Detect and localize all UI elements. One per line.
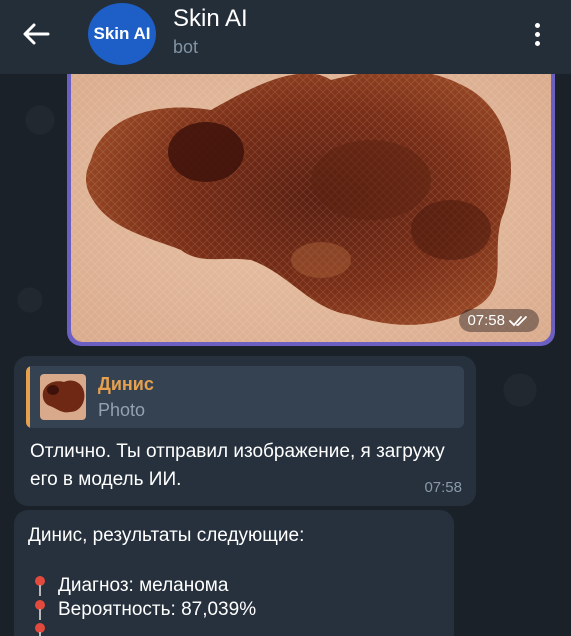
back-button[interactable]: [14, 14, 58, 54]
avatar-label: Skin AI: [93, 24, 151, 43]
photo-image[interactable]: 07:58: [71, 60, 551, 342]
results-text-block: Динис, результаты следующие: Диагноз: ме…: [28, 524, 448, 636]
back-arrow-icon: [23, 23, 50, 45]
result-line-partial: [28, 622, 448, 636]
double-check-icon: [509, 315, 527, 326]
chat-header: Skin AI Skin AI bot: [0, 0, 571, 74]
pin-icon: [35, 576, 45, 596]
quote-media-type: Photo: [98, 400, 146, 420]
bot-reply-message[interactable]: Динис Photo Отлично. Ты отправил изображ…: [14, 356, 476, 506]
result-line-diagnosis: Диагноз: меланома: [28, 574, 448, 598]
more-options-button[interactable]: [522, 14, 552, 54]
message-text: Отлично. Ты отправил изображение, я загр…: [30, 441, 445, 490]
probability-text: Вероятность: 87,039%: [58, 599, 257, 620]
chat-title[interactable]: Skin AI: [173, 5, 248, 33]
chat-subtitle: bot: [173, 37, 199, 57]
quote-sender-name: Динис: [98, 374, 154, 394]
photo-message[interactable]: 07:58: [67, 56, 555, 346]
bot-results-message[interactable]: Динис, результаты следующие: Диагноз: ме…: [14, 510, 454, 636]
pin-icon: [35, 600, 45, 620]
more-vertical-icon-dot: [534, 40, 540, 46]
quote-accent-bar: [26, 366, 30, 428]
photo-timestamp: 07:58: [459, 309, 539, 332]
photo-time-text: 07:58: [467, 312, 505, 329]
pin-icon: [35, 623, 45, 636]
message-timestamp: 07:58: [424, 479, 462, 496]
more-vertical-icon: [534, 22, 540, 28]
bot-avatar[interactable]: Skin AI: [88, 3, 156, 65]
reply-quote[interactable]: Динис Photo: [26, 366, 464, 428]
skin-lesion-photo: [71, 60, 551, 342]
results-intro: Динис, результаты следующие:: [28, 525, 305, 546]
more-vertical-icon-dot: [534, 31, 540, 37]
quote-thumbnail: [40, 374, 86, 420]
result-line-probability: Вероятность: 87,039%: [28, 598, 448, 622]
diagnosis-text: Диагноз: меланома: [58, 575, 229, 596]
